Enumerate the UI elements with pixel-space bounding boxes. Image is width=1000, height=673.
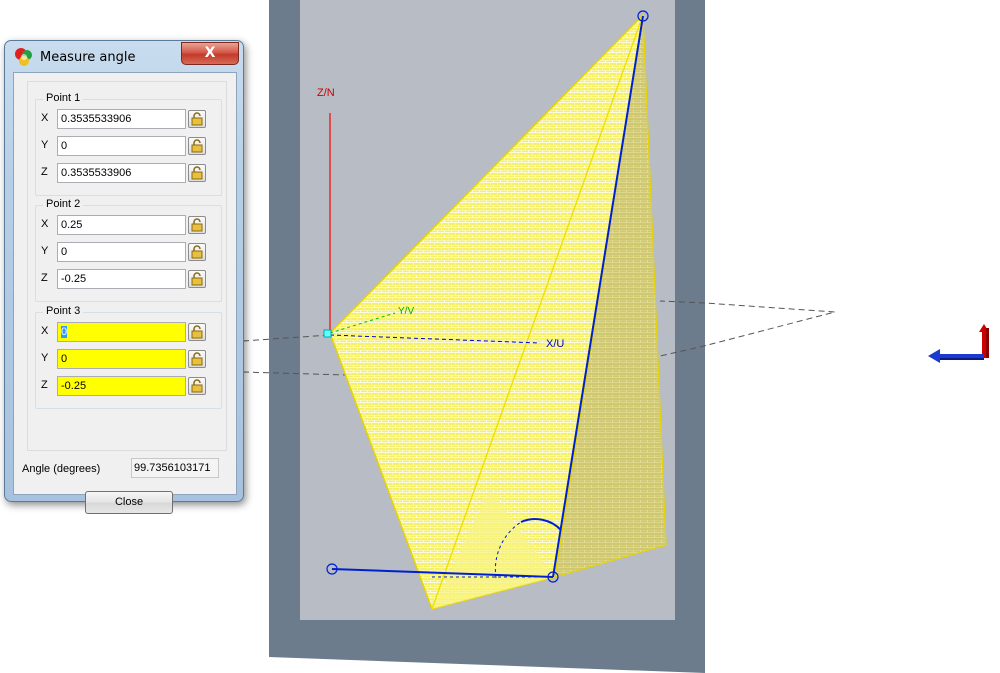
origin-marker xyxy=(323,329,332,338)
x-axis-label: X/U xyxy=(546,338,564,350)
point-1-z-label: Z xyxy=(41,166,48,178)
point-2-y-lock-button[interactable] xyxy=(188,243,206,261)
padlock-icon xyxy=(191,379,203,393)
point-2-z-label: Z xyxy=(41,272,48,284)
padlock-icon xyxy=(191,139,203,153)
measure-angle-dialog: Measure angle X Point 1 X 0.3535533906 Y… xyxy=(4,40,244,514)
point-1-y-field[interactable]: 0 xyxy=(57,136,186,156)
point-1-title: Point 1 xyxy=(43,92,84,104)
close-icon[interactable]: X xyxy=(181,42,239,65)
point-3-title: Point 3 xyxy=(43,305,84,317)
orientation-gizmo-icon[interactable] xyxy=(926,318,994,366)
point-1-y-lock-button[interactable] xyxy=(188,137,206,155)
point-3-x-selected-text: 0 xyxy=(61,326,68,338)
point-3-z-field[interactable]: -0.25 xyxy=(57,376,186,396)
point-3-group: Point 3 X 0 Y 0 Z -0.25 xyxy=(35,305,222,409)
padlock-icon xyxy=(191,166,203,180)
point-3-y-field[interactable]: 0 xyxy=(57,349,186,369)
point-1-x-lock-button[interactable] xyxy=(188,110,206,128)
dialog-title: Measure angle xyxy=(40,50,136,65)
point-2-title: Point 2 xyxy=(43,198,84,210)
dialog-body: Point 1 X 0.3535533906 Y 0 Z 0.353553390… xyxy=(13,72,237,514)
point-2-z-field[interactable]: -0.25 xyxy=(57,269,186,289)
padlock-icon xyxy=(191,245,203,259)
padlock-icon xyxy=(191,325,203,339)
point-1-z-lock-button[interactable] xyxy=(188,164,206,182)
point-1-y-label: Y xyxy=(41,139,49,151)
point-3-x-field[interactable]: 0 xyxy=(57,322,186,342)
point-2-x-lock-button[interactable] xyxy=(188,216,206,234)
padlock-icon xyxy=(191,272,203,286)
padlock-icon xyxy=(191,112,203,126)
point-1-x-label: X xyxy=(41,112,49,124)
point-1-group: Point 1 X 0.3535533906 Y 0 Z 0.353553390… xyxy=(35,92,222,196)
point-3-z-label: Z xyxy=(41,379,48,391)
padlock-icon xyxy=(191,352,203,366)
padlock-icon xyxy=(191,218,203,232)
point-2-y-label: Y xyxy=(41,245,49,257)
y-axis-label: Y/V xyxy=(398,306,414,317)
points-panel: Point 1 X 0.3535533906 Y 0 Z 0.353553390… xyxy=(27,81,227,451)
point-2-z-lock-button[interactable] xyxy=(188,270,206,288)
app-logo-icon xyxy=(15,48,32,66)
point-3-x-label: X xyxy=(41,325,49,337)
point-3-z-lock-button[interactable] xyxy=(188,377,206,395)
point-2-x-field[interactable]: 0.25 xyxy=(57,215,186,235)
close-button[interactable]: Close xyxy=(85,491,173,514)
angle-value-field: 99.7356103171 xyxy=(131,458,219,478)
point-1-x-field[interactable]: 0.3535533906 xyxy=(57,109,186,129)
z-axis-label: Z/N xyxy=(317,87,335,99)
point-2-group: Point 2 X 0.25 Y 0 Z -0.25 xyxy=(35,198,222,302)
dialog-titlebar[interactable]: Measure angle X xyxy=(5,41,243,73)
point-3-x-lock-button[interactable] xyxy=(188,323,206,341)
point-1-z-field[interactable]: 0.3535533906 xyxy=(57,163,186,183)
point-3-y-lock-button[interactable] xyxy=(188,350,206,368)
point-2-y-field[interactable]: 0 xyxy=(57,242,186,262)
point-3-y-label: Y xyxy=(41,352,49,364)
point-2-x-label: X xyxy=(41,218,49,230)
angle-label: Angle (degrees) xyxy=(22,463,101,475)
